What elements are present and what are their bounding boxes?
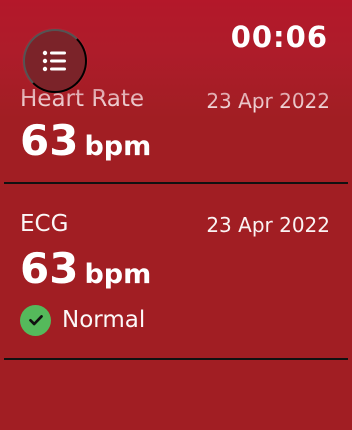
heart-rate-value-row: 63 bpm [20,120,151,162]
entry-date: 23 Apr 2022 [206,89,330,113]
entry-title: Heart Rate [20,86,145,112]
status-label: Normal [62,306,146,333]
ecg-unit: bpm [84,259,152,290]
list-icon [38,44,72,78]
ecg-status: Normal [20,304,145,336]
divider [4,358,348,360]
menu-button[interactable] [23,29,87,93]
entry-title: ECG [20,211,69,237]
heart-rate-value: 63 [20,116,79,165]
clock-time: 00:06 [230,20,328,54]
ecg-value-row: 63 bpm [20,248,151,290]
entry-date: 23 Apr 2022 [206,213,330,237]
ecg-value: 63 [20,244,79,293]
check-circle-icon [20,304,51,336]
screen: 00:06 Heart Rate 23 Apr 2022 63 bpm ECG 2… [0,0,352,430]
divider [4,182,348,184]
heart-rate-unit: bpm [84,131,152,162]
